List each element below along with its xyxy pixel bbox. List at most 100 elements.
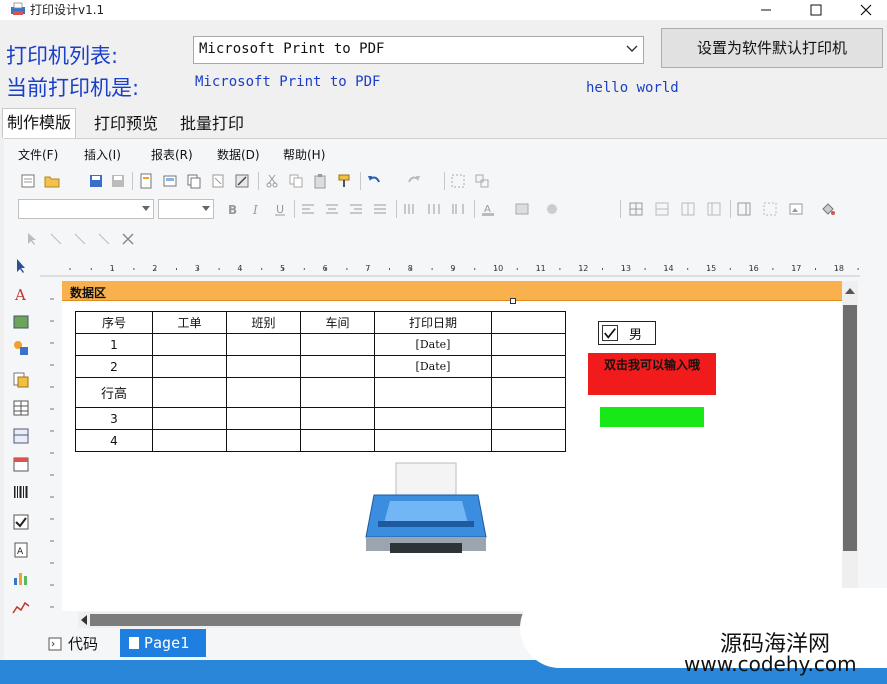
table-cell[interactable] xyxy=(152,377,227,408)
copy-icon[interactable] xyxy=(288,173,304,189)
edit-page-icon[interactable] xyxy=(234,173,250,189)
table-cell[interactable] xyxy=(226,355,301,378)
table-header-cell[interactable]: 打印日期 xyxy=(374,311,492,334)
menu-file[interactable]: 文件(F) xyxy=(18,146,58,163)
preview-icon[interactable] xyxy=(162,173,178,189)
table-tool-icon[interactable] xyxy=(12,399,30,417)
tab-code[interactable]: 代码 xyxy=(48,631,98,657)
border-left-icon[interactable] xyxy=(706,201,722,217)
group-icon[interactable] xyxy=(450,173,466,189)
close-button[interactable] xyxy=(843,0,887,20)
table-header-cell[interactable]: 车间 xyxy=(300,311,375,334)
barcode-tool-icon[interactable] xyxy=(12,483,30,501)
subreport-tool-icon[interactable] xyxy=(12,371,30,389)
menu-data[interactable]: 数据(D) xyxy=(217,146,260,163)
table-cell[interactable]: [Date] xyxy=(374,333,492,356)
table-cell[interactable]: 4 xyxy=(75,429,153,452)
ungroup-icon[interactable] xyxy=(474,173,490,189)
vertical-scroll-thumb[interactable] xyxy=(843,305,857,551)
table-cell[interactable] xyxy=(226,429,301,452)
text-tool-icon[interactable]: A xyxy=(12,285,30,303)
font-name-select[interactable] xyxy=(18,199,154,219)
diagonal-tool-icon[interactable] xyxy=(96,231,112,247)
minimize-button[interactable] xyxy=(743,0,789,20)
valign-bottom-icon[interactable] xyxy=(450,201,466,217)
align-right-icon[interactable] xyxy=(348,201,364,217)
table-cell[interactable] xyxy=(152,333,227,356)
table-cell[interactable] xyxy=(152,355,227,378)
valign-top-icon[interactable] xyxy=(402,201,418,217)
table-header-cell[interactable]: 班别 xyxy=(226,311,301,334)
tab-page1[interactable]: Page1 xyxy=(120,629,206,657)
sparkline-tool-icon[interactable] xyxy=(12,599,30,617)
border-bottom-icon[interactable] xyxy=(680,201,696,217)
table-cell[interactable] xyxy=(300,355,375,378)
matrix-tool-icon[interactable] xyxy=(12,427,30,445)
checkbox-tool-icon[interactable] xyxy=(12,513,30,531)
table-cell[interactable] xyxy=(374,377,492,408)
align-left-icon[interactable] xyxy=(300,201,316,217)
table-cell[interactable]: 行高 xyxy=(75,377,153,408)
table-cell[interactable] xyxy=(226,377,301,408)
table-cell[interactable] xyxy=(226,407,301,430)
table-header-cell[interactable]: 工单 xyxy=(152,311,227,334)
printer-icon[interactable] xyxy=(360,461,492,559)
border-right-icon[interactable] xyxy=(736,201,752,217)
data-band[interactable]: 数据区 xyxy=(62,281,842,301)
copy-page-icon[interactable] xyxy=(186,173,202,189)
table-header-cell[interactable]: 序号 xyxy=(75,311,153,334)
scroll-up-icon[interactable] xyxy=(845,287,855,295)
font-color-icon[interactable]: A xyxy=(480,201,496,217)
table-cell[interactable] xyxy=(491,355,566,378)
tab-batch-print[interactable]: 批量打印 xyxy=(176,112,248,138)
table-cell[interactable] xyxy=(300,377,375,408)
align-center-icon[interactable] xyxy=(324,201,340,217)
horizontal-scroll-thumb[interactable] xyxy=(90,614,550,626)
table-cell[interactable] xyxy=(491,407,566,430)
paste-icon[interactable] xyxy=(312,173,328,189)
menu-insert[interactable]: 插入(I) xyxy=(84,146,121,163)
paint-bucket-icon[interactable] xyxy=(820,201,836,217)
table-cell[interactable]: 2 xyxy=(75,355,153,378)
line-style-icon[interactable] xyxy=(544,201,560,217)
scroll-left-icon[interactable] xyxy=(80,615,88,625)
line-tool-icon[interactable] xyxy=(48,231,64,247)
table-cell[interactable] xyxy=(491,333,566,356)
new-report-icon[interactable] xyxy=(20,173,36,189)
calendar-tool-icon[interactable] xyxy=(12,455,30,473)
picture-tool-icon[interactable] xyxy=(12,313,30,331)
printer-select[interactable]: Microsoft Print to PDF xyxy=(193,36,644,64)
delete-page-icon[interactable] xyxy=(210,173,226,189)
table-cell[interactable] xyxy=(152,407,227,430)
format-painter-icon[interactable] xyxy=(336,173,352,189)
maximize-button[interactable] xyxy=(793,0,839,20)
table-cell[interactable] xyxy=(226,333,301,356)
pointer-icon[interactable] xyxy=(24,231,40,247)
justify-icon[interactable] xyxy=(372,201,388,217)
table-cell[interactable]: [Date] xyxy=(374,355,492,378)
table-cell[interactable] xyxy=(152,429,227,452)
fill-color-icon[interactable] xyxy=(514,201,530,217)
page-setup-icon[interactable] xyxy=(138,173,154,189)
chart-tool-icon[interactable] xyxy=(12,569,30,587)
save-icon[interactable] xyxy=(88,173,104,189)
tab-template-design[interactable]: 制作模版 xyxy=(2,108,77,138)
undo-icon[interactable] xyxy=(366,173,382,189)
set-default-printer-button[interactable]: 设置为软件默认打印机 xyxy=(661,28,883,68)
richtext-tool-icon[interactable]: A xyxy=(12,541,30,559)
table-cell[interactable]: 1 xyxy=(75,333,153,356)
valign-middle-icon[interactable] xyxy=(426,201,442,217)
gender-checkbox[interactable]: 男 xyxy=(598,321,656,345)
save-all-icon[interactable] xyxy=(110,173,126,189)
border-none-icon[interactable] xyxy=(762,201,778,217)
bold-icon[interactable]: B xyxy=(224,201,240,217)
table-cell[interactable] xyxy=(300,333,375,356)
table-cell[interactable] xyxy=(491,377,566,408)
border-all-icon[interactable] xyxy=(628,201,644,217)
shape-tool-icon[interactable] xyxy=(12,339,30,357)
border-top-icon[interactable] xyxy=(654,201,670,217)
select-pointer-icon[interactable] xyxy=(12,257,30,275)
font-size-select[interactable] xyxy=(158,199,214,219)
table-header-cell[interactable] xyxy=(491,311,566,334)
table-cell[interactable] xyxy=(300,407,375,430)
